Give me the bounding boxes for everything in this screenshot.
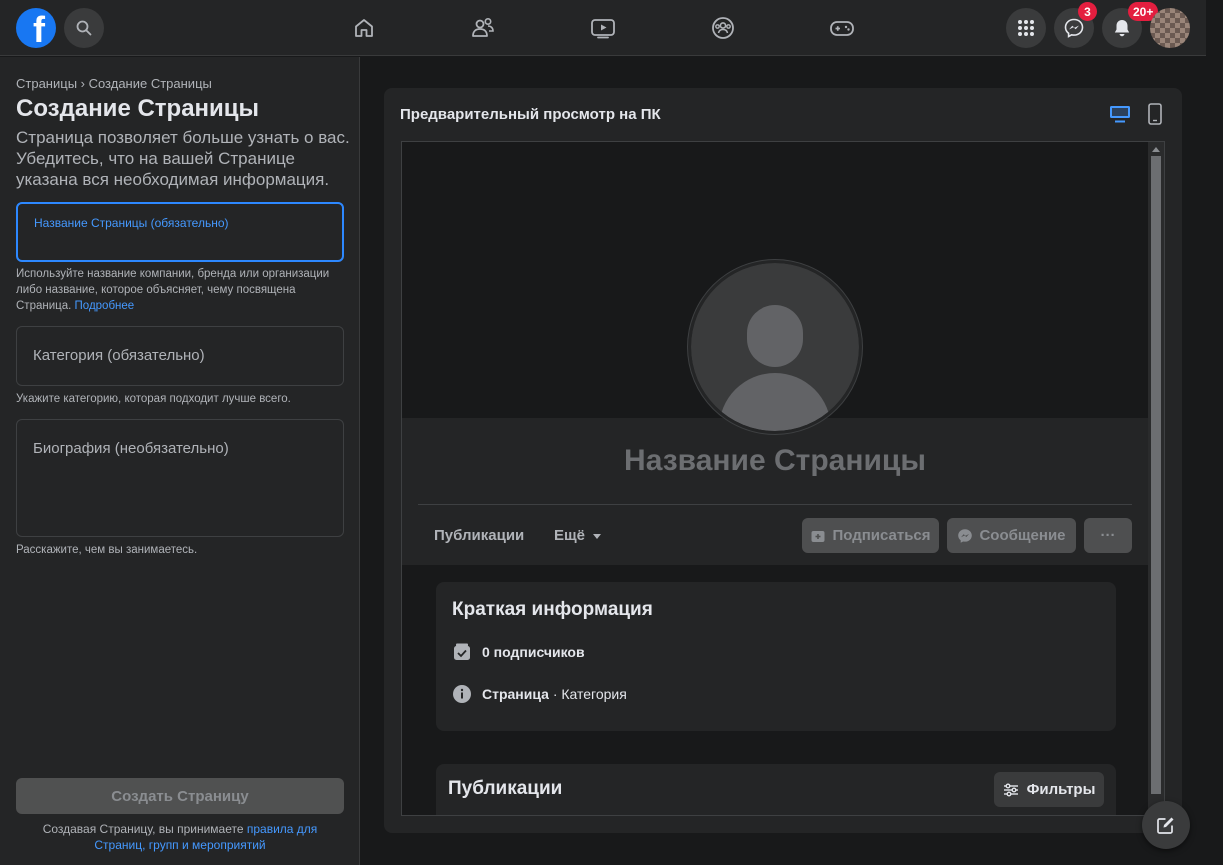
facebook-logo-letter: f bbox=[33, 9, 45, 48]
preview-page-name: Название Страницы bbox=[624, 444, 926, 477]
gaming-nav-button[interactable] bbox=[826, 12, 858, 44]
category-label: Категория (обязательно) bbox=[33, 347, 205, 364]
scrollbar-thumb[interactable] bbox=[1151, 156, 1161, 794]
caret-down-icon bbox=[593, 533, 602, 539]
create-page-button[interactable]: Создать Страницу bbox=[16, 778, 344, 814]
terms-prefix: Создавая Страницу, вы принимаете bbox=[42, 822, 244, 836]
follow-label: Подписаться bbox=[832, 527, 931, 544]
page-name-label: Название Страницы (обязательно) bbox=[34, 216, 229, 230]
messenger-badge: 3 bbox=[1078, 2, 1097, 21]
page-type-row: Страница · Категория bbox=[452, 684, 627, 704]
follow-button: Подписаться bbox=[802, 518, 939, 553]
more-options-button: ··· bbox=[1084, 518, 1132, 553]
scroll-up-arrow-icon[interactable] bbox=[1152, 147, 1160, 152]
followers-row: 0 подписчиков bbox=[452, 642, 585, 662]
page-title: Создание Страницы bbox=[16, 95, 260, 122]
friends-nav-button[interactable] bbox=[467, 12, 499, 44]
page-type-text: Страница · Категория bbox=[482, 686, 627, 702]
compose-icon bbox=[1157, 817, 1174, 834]
groups-nav-button[interactable] bbox=[707, 12, 739, 44]
posts-card-title: Публикации bbox=[448, 778, 563, 799]
messenger-button[interactable]: 3 bbox=[1054, 2, 1097, 48]
page-scrollbar[interactable] bbox=[1206, 0, 1223, 865]
home-nav-button[interactable] bbox=[348, 12, 380, 44]
filters-button: Фильтры bbox=[994, 772, 1104, 807]
profile-picture bbox=[688, 260, 862, 434]
page-type-bold: Страница bbox=[482, 686, 549, 702]
desktop-preview-card: Предварительный просмотр на ПК Название … bbox=[384, 88, 1182, 833]
category-field[interactable]: Категория (обязательно) bbox=[16, 326, 344, 386]
followers-icon bbox=[454, 643, 470, 660]
intro-text: Страница позволяет больше узнать о вас. … bbox=[16, 128, 350, 189]
default-avatar-body bbox=[719, 373, 831, 431]
posts-card: Публикации Фильтры bbox=[436, 764, 1116, 815]
intro-card: Краткая информация 0 подписчиков Страниц… bbox=[436, 582, 1116, 731]
gaming-icon bbox=[830, 21, 854, 36]
breadcrumb[interactable]: Страницы › Создание Страницы bbox=[16, 76, 212, 91]
new-message-button[interactable] bbox=[1142, 801, 1190, 849]
watch-nav-button[interactable] bbox=[587, 12, 619, 44]
tab-posts: Публикации bbox=[434, 527, 525, 544]
bio-field[interactable]: Биография (необязательно) bbox=[16, 419, 344, 537]
menu-grid-icon bbox=[1018, 20, 1034, 36]
followers-count: 0 подписчиков bbox=[482, 644, 585, 660]
tab-more: Ещё bbox=[554, 527, 602, 544]
page-name-helper: Используйте название компании, бренда ил… bbox=[16, 266, 346, 314]
home-icon bbox=[355, 19, 373, 37]
category-helper: Укажите категорию, которая подходит лучш… bbox=[16, 393, 291, 405]
top-navigation-bar: f 3 20+ bbox=[0, 0, 1223, 56]
menu-button[interactable] bbox=[1006, 8, 1046, 48]
create-page-sidebar: Страницы › Создание Страницы Создание Ст… bbox=[0, 57, 360, 865]
search-icon bbox=[76, 20, 92, 36]
follow-icon bbox=[811, 530, 825, 542]
intro-card-title: Краткая информация bbox=[452, 599, 653, 620]
filters-label: Фильтры bbox=[1026, 781, 1096, 798]
info-icon bbox=[453, 685, 471, 703]
tab-more-label: Ещё bbox=[554, 527, 586, 544]
filters-icon bbox=[1003, 783, 1018, 796]
page-name-helper-text: Используйте название компании, бренда ил… bbox=[16, 268, 330, 312]
message-button: Сообщение bbox=[947, 518, 1076, 553]
page-type-category: · Категория bbox=[548, 686, 627, 702]
preview-frame: Название Страницы Публикации Ещё Подписа… bbox=[401, 141, 1165, 816]
bio-helper: Расскажите, чем вы занимаетесь. bbox=[16, 544, 198, 556]
facebook-logo[interactable]: f bbox=[16, 8, 56, 48]
groups-icon bbox=[712, 17, 734, 39]
default-avatar-head bbox=[747, 305, 803, 367]
friends-icon bbox=[472, 17, 494, 37]
bio-label: Биография (необязательно) bbox=[33, 440, 229, 457]
messenger-icon bbox=[958, 528, 973, 543]
learn-more-link[interactable]: Подробнее bbox=[75, 300, 135, 312]
account-avatar[interactable] bbox=[1150, 8, 1190, 48]
message-label: Сообщение bbox=[979, 527, 1066, 544]
notifications-icon bbox=[1114, 20, 1130, 37]
mobile-preview-icon[interactable] bbox=[1148, 103, 1162, 125]
desktop-preview-icon[interactable] bbox=[1109, 104, 1131, 124]
page-name-field[interactable]: Название Страницы (обязательно) bbox=[16, 202, 344, 262]
preview-scrollbar[interactable] bbox=[1148, 142, 1164, 815]
terms-text: Создавая Страницу, вы принимаете правила… bbox=[16, 821, 344, 853]
notifications-button[interactable]: 20+ bbox=[1102, 2, 1159, 48]
messenger-icon bbox=[1064, 18, 1084, 38]
preview-header: Предварительный просмотр на ПК bbox=[400, 106, 661, 123]
profile-divider bbox=[418, 504, 1132, 505]
watch-icon bbox=[591, 19, 615, 39]
search-button[interactable] bbox=[64, 8, 104, 48]
